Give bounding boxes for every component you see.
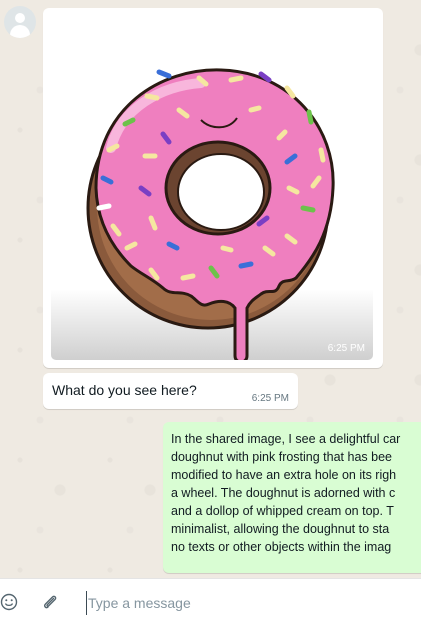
- doughnut-illustration: [86, 68, 335, 360]
- image-timestamp: 6:25 PM: [327, 343, 365, 354]
- doughnut-image[interactable]: 6:25 PM: [51, 38, 373, 360]
- outgoing-message-line: minimalist, allowing the doughnut to sta: [171, 522, 390, 536]
- outgoing-message-line: In the shared image, I see a delightful …: [171, 432, 401, 446]
- chat-panel: 6:25 PM What do you see here? 6:25 PM In…: [0, 0, 421, 578]
- message-input[interactable]: [86, 591, 406, 615]
- smiley-icon[interactable]: [0, 593, 18, 611]
- outgoing-message-line: a wheel. The doughnut is adorned with c: [171, 486, 396, 500]
- outgoing-message-text: In the shared image, I see a delightful …: [171, 430, 421, 556]
- outgoing-message-line: modified to have an extra hole on its ri…: [171, 468, 397, 482]
- incoming-message-bubble: What do you see here? 6:25 PM: [43, 373, 298, 409]
- outgoing-message-line: doughnut with pink frosting that has bee: [171, 450, 392, 464]
- avatar-head-shape: [15, 13, 25, 23]
- contact-avatar[interactable]: [4, 6, 36, 38]
- outgoing-message-bubble: In the shared image, I see a delightful …: [163, 422, 421, 573]
- message-composer: [0, 578, 421, 628]
- avatar-body-shape: [10, 25, 30, 38]
- incoming-message-timestamp: 6:25 PM: [251, 393, 289, 404]
- outgoing-message-line: and a dollop of whipped cream on top. T: [171, 504, 394, 518]
- incoming-message-text: What do you see here?: [52, 382, 197, 398]
- image-message-bubble: 6:25 PM: [43, 8, 383, 368]
- paperclip-icon[interactable]: [41, 593, 59, 611]
- outgoing-message-line: no texts or other objects within the ima…: [171, 540, 392, 554]
